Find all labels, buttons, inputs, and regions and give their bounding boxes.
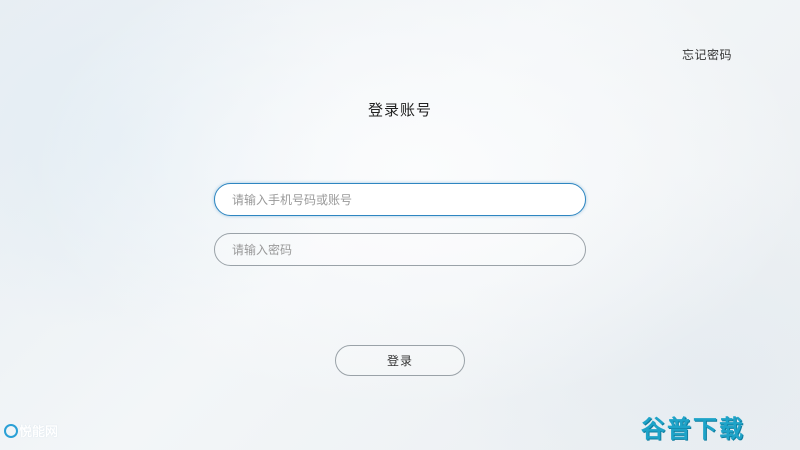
watermark: 谷普下载	[641, 415, 745, 443]
account-input[interactable]	[214, 183, 586, 216]
password-input[interactable]	[214, 233, 586, 266]
login-button[interactable]: 登录	[335, 345, 465, 376]
forgot-password-link[interactable]: 忘记密码	[682, 46, 732, 63]
circle-logo-icon	[4, 423, 18, 438]
brand-label: 悦能网	[19, 425, 59, 440]
brand-logo: 悦能网	[4, 421, 58, 440]
page-title: 登录账号	[367, 101, 432, 119]
